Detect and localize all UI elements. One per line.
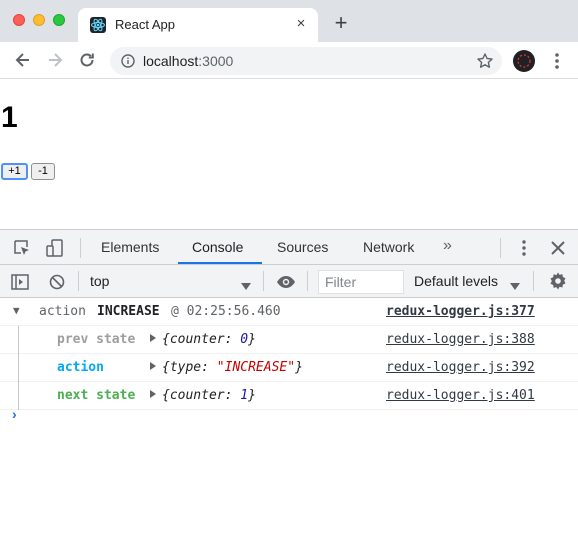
log-levels-dropdown[interactable]: Default levels <box>414 273 498 289</box>
reload-icon[interactable] <box>77 50 97 70</box>
live-expression-eye-icon[interactable] <box>276 272 296 292</box>
bookmark-star-icon[interactable] <box>476 52 494 70</box>
object-field: counter <box>169 332 225 347</box>
console-settings-gear-icon[interactable] <box>548 271 568 291</box>
tab-close-icon[interactable]: × <box>292 15 310 33</box>
log-key: action <box>57 360 104 375</box>
log-object[interactable]: {type: "INCREASE"} <box>150 360 303 375</box>
context-selector[interactable]: top <box>90 273 109 289</box>
toolbar-divider <box>307 271 308 291</box>
close-devtools-icon[interactable] <box>548 238 568 258</box>
window-close-button[interactable] <box>13 14 25 26</box>
address-bar[interactable]: localhost:3000 <box>110 47 502 75</box>
log-row-prev-state: prev state {counter: 0} redux-logger.js:… <box>0 326 578 354</box>
forward-arrow-icon[interactable] <box>45 50 65 70</box>
expand-arrow-icon[interactable] <box>150 334 156 342</box>
browser-tab[interactable]: React App × <box>78 8 318 42</box>
console-filter-input[interactable]: Filter <box>318 270 404 294</box>
info-icon[interactable] <box>121 54 135 68</box>
log-row-next-state: next state {counter: 1} redux-logger.js:… <box>0 382 578 410</box>
more-tabs-icon[interactable]: » <box>443 237 452 255</box>
browser-toolbar: localhost:3000 <box>0 42 578 79</box>
tab-title: React App <box>115 17 175 32</box>
log-key: prev state <box>57 332 136 347</box>
object-value: 0 <box>240 332 249 347</box>
log-row-action: action {type: "INCREASE"} redux-logger.j… <box>0 354 578 382</box>
toolbar-divider <box>500 238 501 258</box>
decrement-button[interactable]: -1 <box>31 163 55 180</box>
increment-button[interactable]: +1 <box>1 163 28 180</box>
log-object[interactable]: {counter: 0} <box>150 332 256 347</box>
react-favicon-icon <box>90 17 106 33</box>
log-source-link[interactable]: redux-logger.js:388 <box>386 332 535 347</box>
log-source-link[interactable]: redux-logger.js:377 <box>386 304 535 319</box>
browser-titlebar: React App × + <box>0 0 578 42</box>
object-field: counter <box>169 388 225 403</box>
url-port: :3000 <box>198 53 234 69</box>
window-zoom-button[interactable] <box>53 14 65 26</box>
active-tab-indicator <box>178 262 262 264</box>
profile-avatar[interactable] <box>513 50 535 72</box>
expand-arrow-icon[interactable] <box>150 362 156 370</box>
toolbar-divider <box>80 238 81 258</box>
devtools-menu-icon[interactable] <box>514 238 534 258</box>
tab-elements[interactable]: Elements <box>101 239 159 255</box>
object-value: "INCREASE" <box>216 360 296 375</box>
url-text: localhost:3000 <box>143 53 233 69</box>
group-indent-line <box>18 326 19 410</box>
object-field: type <box>169 360 202 375</box>
expand-arrow-icon[interactable] <box>150 390 156 398</box>
log-timestamp: @ 02:25:56.460 <box>171 304 281 319</box>
browser-menu-icon[interactable] <box>549 51 565 71</box>
counter-value: 1 <box>1 101 18 134</box>
devtools-panel: Elements Console Sources Network » top F… <box>0 229 578 559</box>
log-action-label: action <box>39 304 86 319</box>
device-toolbar-icon[interactable] <box>45 238 65 258</box>
log-source-link[interactable]: redux-logger.js:401 <box>386 388 535 403</box>
levels-dropdown-icon[interactable] <box>510 278 520 290</box>
devtools-tabbar: Elements Console Sources Network » <box>0 230 578 265</box>
window-minimize-button[interactable] <box>33 14 45 26</box>
log-object[interactable]: {counter: 1} <box>150 388 256 403</box>
toolbar-divider <box>533 271 534 291</box>
clear-console-icon[interactable] <box>47 272 67 292</box>
log-action-name: INCREASE <box>97 304 160 319</box>
tab-sources[interactable]: Sources <box>277 239 328 255</box>
tab-console[interactable]: Console <box>192 239 243 255</box>
back-arrow-icon[interactable] <box>13 50 33 70</box>
toolbar-divider <box>78 271 79 291</box>
console-toolbar: top Filter Default levels <box>0 265 578 298</box>
tab-network[interactable]: Network <box>363 239 414 255</box>
log-group-header[interactable]: ▼ action INCREASE @ 02:25:56.460 redux-l… <box>0 298 578 326</box>
log-source-link[interactable]: redux-logger.js:392 <box>386 360 535 375</box>
url-host: localhost <box>143 53 199 69</box>
new-tab-button[interactable]: + <box>330 12 352 34</box>
show-sidebar-icon[interactable] <box>10 272 30 292</box>
console-prompt-icon[interactable]: › <box>12 406 17 422</box>
expand-triangle-icon[interactable]: ▼ <box>13 304 20 317</box>
inspect-element-icon[interactable] <box>12 238 32 258</box>
context-dropdown-icon[interactable] <box>241 278 251 290</box>
object-value: 1 <box>240 388 249 403</box>
toolbar-divider <box>263 271 264 291</box>
log-key: next state <box>57 388 136 403</box>
